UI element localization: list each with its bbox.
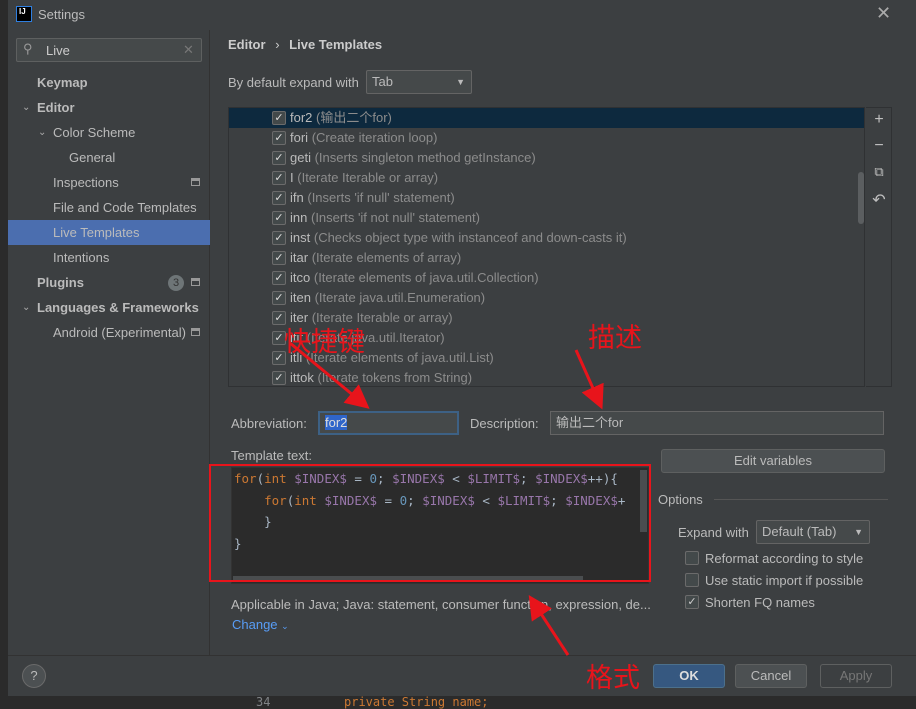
annotation-shortcut: 快捷键 [284, 327, 365, 358]
annotation-arrows [289, 341, 604, 656]
annotation-description: 描述 [588, 323, 642, 354]
arrow-description [574, 349, 604, 410]
annotation-format: 格式 [586, 663, 640, 694]
arrow-format [528, 594, 570, 656]
